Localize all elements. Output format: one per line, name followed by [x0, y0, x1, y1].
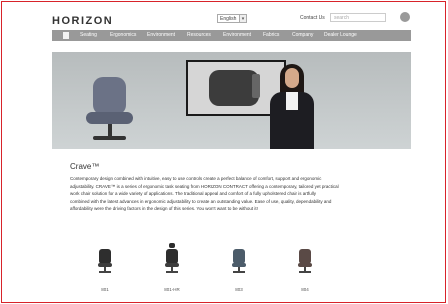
chevron-down-icon[interactable]: ▾ — [239, 14, 247, 23]
nav-item-fabrics[interactable]: Fabrics — [263, 30, 279, 41]
product-title: Crave™ — [70, 162, 100, 171]
page-frame: HORIZON English ▾ Contact Us search Seat… — [1, 1, 446, 303]
chair-item-803[interactable]: 803 — [224, 237, 254, 297]
chair-image — [93, 77, 126, 115]
chair-item-801[interactable]: 801 — [90, 237, 120, 297]
home-icon[interactable] — [63, 32, 69, 39]
chair-label[interactable]: 801-HR — [157, 287, 187, 292]
nav-item-ergonomics[interactable]: Ergonomics — [110, 30, 136, 41]
chair-gallery: 801 801-HR 803 804 — [52, 237, 411, 297]
chair-thumbnail[interactable] — [98, 249, 112, 273]
chair-item-801-hr[interactable]: 801-HR — [157, 237, 187, 297]
chair-thumbnail[interactable] — [298, 249, 312, 273]
chair-thumbnail[interactable] — [165, 243, 179, 273]
chair-label[interactable]: 804 — [290, 287, 320, 292]
nav-item-resources[interactable]: Resources — [187, 30, 211, 41]
main-nav: Seating Ergonomics Environment Resources… — [52, 30, 411, 41]
chair-label[interactable]: 801 — [90, 287, 120, 292]
nav-item-environment[interactable]: Environment — [147, 30, 175, 41]
search-icon[interactable] — [400, 12, 410, 22]
product-intro: Crave™ Contemporary design combined with… — [70, 162, 384, 213]
contact-link[interactable]: Contact Us — [300, 15, 325, 21]
product-description: Contemporary design combined with intuit… — [70, 176, 339, 212]
nav-item-environment-2[interactable]: Environment — [223, 30, 251, 41]
brand-logo[interactable]: HORIZON — [52, 15, 113, 27]
search-input[interactable]: search — [330, 13, 386, 22]
hero-banner — [52, 52, 411, 149]
chair-thumbnail[interactable] — [232, 249, 246, 273]
chair-item-804[interactable]: 804 — [290, 237, 320, 297]
nav-item-seating[interactable]: Seating — [80, 30, 97, 41]
nav-item-company[interactable]: Company — [292, 30, 313, 41]
chair-label[interactable]: 803 — [224, 287, 254, 292]
nav-item-dealer-lounge[interactable]: Dealer Lounge — [324, 30, 357, 41]
